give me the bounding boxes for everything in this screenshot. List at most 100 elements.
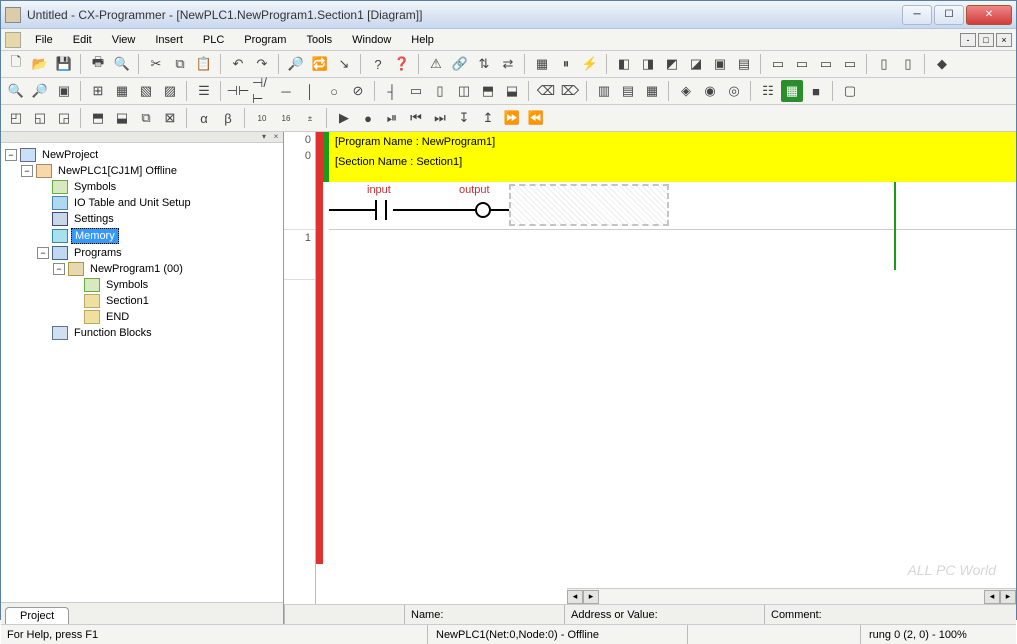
menu-insert[interactable]: Insert	[145, 32, 193, 48]
expander-icon[interactable]: −	[5, 149, 17, 161]
help-icon[interactable]: ?	[367, 53, 389, 75]
menu-edit[interactable]: Edit	[63, 32, 102, 48]
expander-icon[interactable]: −	[37, 247, 49, 259]
sym-a-icon[interactable]: α	[193, 107, 215, 129]
cut-icon[interactable]: ✂	[145, 53, 167, 75]
tree-io-table[interactable]: IO Table and Unit Setup	[5, 195, 279, 211]
end-icon[interactable]: ◆	[931, 53, 953, 75]
menu-file[interactable]: File	[25, 32, 63, 48]
mon-green-icon[interactable]: ▦	[781, 80, 803, 102]
vline-icon[interactable]: │	[299, 80, 321, 102]
zoom-fit-icon[interactable]: ▣	[53, 80, 75, 102]
addr-sign-icon[interactable]: ±	[299, 107, 321, 129]
coil-not-icon[interactable]: ⊘	[347, 80, 369, 102]
stop-icon[interactable]: ■	[805, 80, 827, 102]
tree-section1[interactable]: Section1	[5, 293, 279, 309]
warning-icon[interactable]: ⚠	[425, 53, 447, 75]
tool-d-icon[interactable]: ◪	[685, 53, 707, 75]
tree-prog-symbols[interactable]: Symbols	[5, 277, 279, 293]
panel3-icon[interactable]: ◲	[53, 107, 75, 129]
window-icon[interactable]: ▢	[839, 80, 861, 102]
menu-plc[interactable]: PLC	[193, 32, 234, 48]
run-icon[interactable]: ▶	[333, 107, 355, 129]
ladder-editor[interactable]: 0 0 1 [Program Name : NewProgram1] [Sect…	[284, 132, 1016, 624]
step-in-icon[interactable]: ↧	[453, 107, 475, 129]
view-c-icon[interactable]: ▨	[159, 80, 181, 102]
tree-symbols[interactable]: Symbols	[5, 179, 279, 195]
online-icon[interactable]: 🔗	[449, 53, 471, 75]
addr-16-icon[interactable]: 16	[275, 107, 297, 129]
branch-icon[interactable]: ┤	[381, 80, 403, 102]
next-icon[interactable]: ⏭	[429, 107, 451, 129]
monitor-icon[interactable]: ▦	[531, 53, 553, 75]
new-file-icon[interactable]: 🗋	[5, 53, 27, 75]
function-icon[interactable]: ▭	[405, 80, 427, 102]
rack1-icon[interactable]: ▭	[767, 53, 789, 75]
project-tree[interactable]: − NewProject − NewPLC1[CJ1M] Offline Sym…	[1, 142, 283, 602]
expander-icon[interactable]: −	[53, 263, 65, 275]
tree-root[interactable]: − NewProject	[5, 147, 279, 163]
sim1-icon[interactable]: ◈	[675, 80, 697, 102]
fb-icon[interactable]: ▯	[429, 80, 451, 102]
ins1-icon[interactable]: ◫	[453, 80, 475, 102]
tree-function-blocks[interactable]: Function Blocks	[5, 325, 279, 341]
find-icon[interactable]: 🔎	[285, 53, 307, 75]
panel2-icon[interactable]: ◱	[29, 107, 51, 129]
close-all-icon[interactable]: ⊠	[159, 107, 181, 129]
tree-program1[interactable]: − NewProgram1 (00)	[5, 261, 279, 277]
contact-nc-icon[interactable]: ⊣/⊢	[251, 80, 273, 102]
playpause-icon[interactable]: ⏯	[381, 107, 403, 129]
zoom-in-icon[interactable]: 🔍	[5, 80, 27, 102]
open-file-icon[interactable]: 📂	[29, 53, 51, 75]
sym-b-icon[interactable]: β	[217, 107, 239, 129]
rung-1[interactable]	[329, 230, 1016, 270]
menu-tools[interactable]: Tools	[296, 32, 342, 48]
cascade-icon[interactable]: ⧉	[135, 107, 157, 129]
cursor-selection[interactable]	[509, 184, 669, 226]
view-a-icon[interactable]: ▦	[111, 80, 133, 102]
tool-a-icon[interactable]: ◧	[613, 53, 635, 75]
zoom-out-icon[interactable]: 🔎	[29, 80, 51, 102]
maximize-button[interactable]: ☐	[934, 5, 964, 25]
save-file-icon[interactable]: 💾	[53, 53, 75, 75]
step-out-icon[interactable]: ↥	[477, 107, 499, 129]
ins3-icon[interactable]: ⬓	[501, 80, 523, 102]
print-preview-icon[interactable]: 🔍	[111, 53, 133, 75]
hline-icon[interactable]: ─	[275, 80, 297, 102]
copy-icon[interactable]: ⧉	[169, 53, 191, 75]
panel1-icon[interactable]: ◰	[5, 107, 27, 129]
tool-b-icon[interactable]: ◨	[637, 53, 659, 75]
prev-icon[interactable]: ⏮	[405, 107, 427, 129]
module1-icon[interactable]: ▯	[873, 53, 895, 75]
coil-icon[interactable]: ○	[323, 80, 345, 102]
force-icon[interactable]: ⚡	[579, 53, 601, 75]
print-icon[interactable]: 🖶	[87, 53, 109, 75]
paste-icon[interactable]: 📋	[193, 53, 215, 75]
sim2-icon[interactable]: ◉	[699, 80, 721, 102]
minimize-button[interactable]: ─	[902, 5, 932, 25]
addr-10-icon[interactable]: 10	[251, 107, 273, 129]
module2-icon[interactable]: ▯	[897, 53, 919, 75]
menu-window[interactable]: Window	[342, 32, 401, 48]
sim3-icon[interactable]: ◎	[723, 80, 745, 102]
mdi-close-button[interactable]: ×	[996, 33, 1012, 47]
tree-programs[interactable]: − Programs	[5, 245, 279, 261]
pause-icon[interactable]: ⏸	[555, 53, 577, 75]
view-b-icon[interactable]: ▧	[135, 80, 157, 102]
compare-icon[interactable]: ⇄	[497, 53, 519, 75]
sidebar-close-icon[interactable]: ×	[271, 133, 281, 141]
mdi-minimize-button[interactable]: -	[960, 33, 976, 47]
redo-icon[interactable]: ↷	[251, 53, 273, 75]
horizontal-scrollbar[interactable]: ◂ ▸ ◂ ▸	[567, 588, 1016, 604]
tool-e-icon[interactable]: ▣	[709, 53, 731, 75]
tab-project[interactable]: Project	[5, 607, 69, 624]
menu-program[interactable]: Program	[234, 32, 296, 48]
rung-0[interactable]: input output	[329, 182, 1016, 230]
scroll-right-icon[interactable]: ▸	[583, 590, 599, 604]
tile-h-icon[interactable]: ⬒	[87, 107, 109, 129]
coil-output[interactable]	[475, 202, 491, 218]
ins2-icon[interactable]: ⬒	[477, 80, 499, 102]
replace-icon[interactable]: 🔁	[309, 53, 331, 75]
undo-icon[interactable]: ↶	[227, 53, 249, 75]
close-button[interactable]: ✕	[966, 5, 1012, 25]
